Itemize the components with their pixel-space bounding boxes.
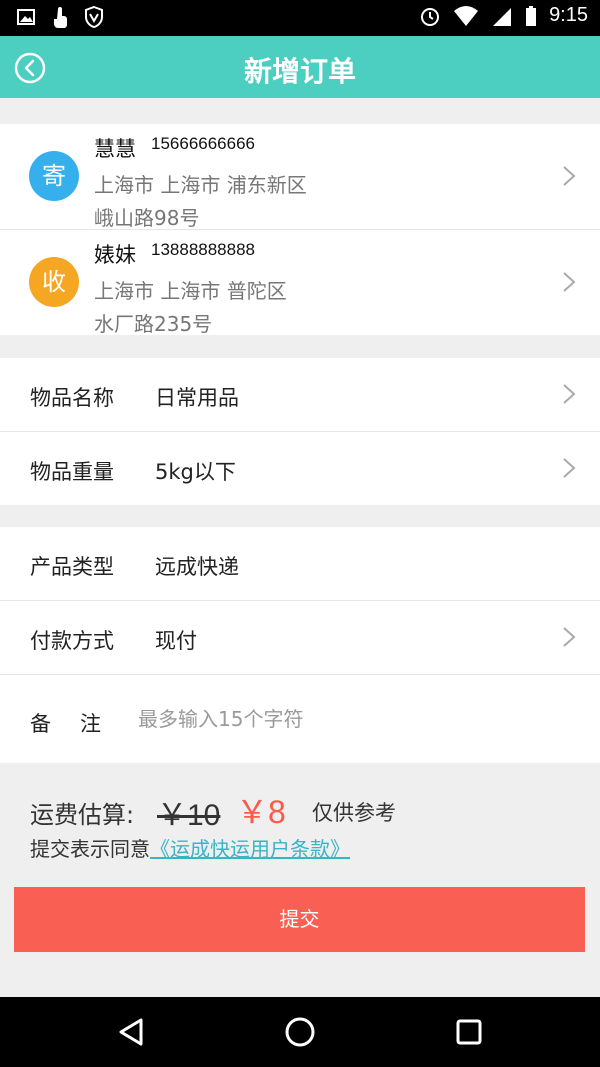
item-weight-label: 物品重量 — [30, 460, 114, 484]
fee-hint: 仅供参考 — [312, 801, 396, 825]
receiver-region: 上海市 上海市 普陀区 — [94, 279, 287, 303]
agree-text: 提交表示同意 — [30, 837, 150, 861]
payment-method-label: 付款方式 — [30, 629, 114, 653]
fee-label: 运费估算: — [30, 801, 135, 829]
receiver-phone: 13888888888 — [151, 240, 256, 259]
status-bar: 9:15 — [0, 0, 600, 36]
receiver-street: 水厂路235号 — [94, 312, 213, 336]
battery-icon — [526, 5, 537, 26]
product-type-label: 产品类型 — [30, 555, 114, 579]
item-name-value: 日常用品 — [155, 386, 239, 410]
fee-price: ￥8 — [236, 794, 286, 830]
fee-original-price: ￥10 — [157, 799, 221, 832]
payment-method-value: 现付 — [155, 629, 197, 653]
wifi-icon — [454, 5, 479, 26]
system-nav-bar — [0, 997, 600, 1067]
page-title: 新增订单 — [243, 55, 356, 88]
item-name-label: 物品名称 — [30, 386, 114, 410]
sender-phone: 15666666666 — [151, 134, 256, 153]
note-label-1: 备 — [30, 712, 51, 736]
alarm-icon — [421, 7, 440, 26]
note-row: 备 注 — [0, 675, 600, 763]
home-circle-icon[interactable] — [283, 1015, 317, 1049]
receiver-address-card[interactable]: 收 婊妹 13888888888 上海市 上海市 普陀区 水厂路235号 — [0, 230, 600, 336]
status-left-icons — [16, 6, 104, 28]
hand-touch-icon — [54, 7, 67, 28]
product-type-value: 远成快递 — [155, 555, 239, 579]
sender-region: 上海市 上海市 浦东新区 — [94, 173, 307, 197]
sender-badge: 寄 — [29, 151, 79, 201]
terms-link[interactable]: 《运成快运用户条款》 — [150, 837, 350, 861]
item-weight-value: 5kg以下 — [155, 460, 236, 484]
status-time: 9:15 — [549, 4, 588, 26]
chevron-right-icon — [563, 166, 576, 186]
terms-agreement: 提交表示同意《运成快运用户条款》 — [30, 833, 350, 862]
back-triangle-icon[interactable] — [114, 1015, 148, 1049]
app-bar: 新增订单 — [0, 36, 600, 98]
chevron-right-icon — [563, 627, 576, 647]
chevron-right-icon — [563, 384, 576, 404]
shield-vpn-icon — [85, 6, 103, 28]
receiver-name: 婊妹 — [94, 243, 136, 267]
sender-address-card[interactable]: 寄 慧慧 15666666666 上海市 上海市 浦东新区 峨山路98号 — [0, 124, 600, 230]
note-label-2: 注 — [80, 712, 101, 736]
image-icon — [17, 9, 35, 25]
status-right-icons: 9:15 — [419, 4, 588, 27]
note-input[interactable] — [138, 679, 568, 759]
submit-button[interactable]: 提交 — [14, 887, 585, 952]
sender-street: 峨山路98号 — [94, 206, 200, 230]
signal-icon — [493, 7, 512, 26]
item-name-row[interactable]: 物品名称 日常用品 — [0, 358, 600, 431]
sender-name: 慧慧 — [94, 137, 136, 161]
chevron-right-icon — [563, 458, 576, 478]
product-type-row: 产品类型 远成快递 — [0, 527, 600, 600]
chevron-right-icon — [563, 272, 576, 292]
payment-method-row[interactable]: 付款方式 现付 — [0, 601, 600, 674]
receiver-badge: 收 — [29, 257, 79, 307]
item-weight-row[interactable]: 物品重量 5kg以下 — [0, 432, 600, 505]
recents-square-icon[interactable] — [452, 1015, 486, 1049]
